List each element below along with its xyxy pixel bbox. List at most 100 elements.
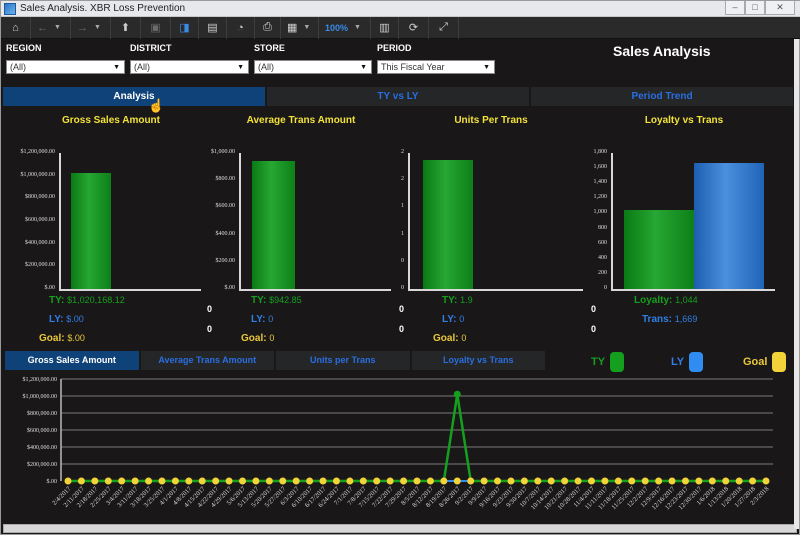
select-button[interactable]: ◨ <box>171 16 199 39</box>
close-button[interactable]: ✕ <box>765 1 795 15</box>
maximize-button[interactable]: □ <box>745 1 765 15</box>
y-tick-label: $1,000.00 <box>211 149 235 155</box>
data-point-goal[interactable] <box>373 477 381 485</box>
ly-label: LY: <box>251 314 266 325</box>
home-button[interactable]: ⌂ <box>1 16 31 39</box>
data-point-goal[interactable] <box>588 477 595 485</box>
region-select[interactable]: (All) ▼ <box>6 60 125 74</box>
data-point-goal[interactable] <box>306 477 314 485</box>
trend-tab-loyalty-vs-trans[interactable]: Loyalty vs Trans <box>411 351 547 370</box>
data-point-goal[interactable] <box>279 477 287 485</box>
data-point-goal[interactable] <box>547 477 555 485</box>
avg-trans-bar-ty[interactable] <box>252 160 295 289</box>
district-select[interactable]: (All) ▼ <box>130 60 249 74</box>
data-point-goal[interactable] <box>762 477 770 485</box>
loyalty-vs-trans-bar-loyalty[interactable] <box>624 210 694 289</box>
chevron-down-icon[interactable]: ▼ <box>354 24 361 31</box>
data-point-goal[interactable] <box>722 477 730 485</box>
data-point-goal[interactable] <box>655 477 663 485</box>
data-point-goal[interactable] <box>735 477 743 485</box>
schedule-button[interactable]: ◔ <box>227 16 255 39</box>
store-select[interactable]: (All) ▼ <box>254 60 372 74</box>
chevron-down-icon[interactable]: ▼ <box>94 24 101 31</box>
print-button[interactable]: ⎙ <box>255 16 281 39</box>
back-button[interactable]: ← ▼ <box>31 16 71 39</box>
data-point-goal[interactable] <box>185 477 193 485</box>
data-point-ty[interactable] <box>453 390 461 398</box>
data-point-goal[interactable] <box>749 477 757 485</box>
y-tick-label: 0 <box>401 257 404 264</box>
data-point-goal[interactable] <box>628 477 636 485</box>
ty-value: $942.85 <box>269 295 302 305</box>
zoom-select[interactable]: 100% ▼ <box>319 16 371 39</box>
data-point-goal[interactable] <box>695 477 703 485</box>
chevron-down-icon[interactable]: ▼ <box>54 24 61 31</box>
data-point-goal[interactable] <box>453 477 461 485</box>
data-button[interactable]: ▥ <box>371 16 399 39</box>
y-tick-label: $200,000.00 <box>25 262 55 269</box>
units-per-trans-bar-ty[interactable] <box>423 159 473 289</box>
data-point-goal[interactable] <box>198 477 206 485</box>
trend-tab-gross-sales[interactable]: Gross Sales Amount <box>5 351 141 370</box>
data-point-goal[interactable] <box>520 477 528 485</box>
data-point-goal[interactable] <box>252 477 260 485</box>
data-point-goal[interactable] <box>91 477 99 485</box>
data-point-goal[interactable] <box>668 477 676 485</box>
data-point-goal[interactable] <box>574 477 582 485</box>
fullscreen-button[interactable]: ⤢ <box>429 16 459 39</box>
data-point-goal[interactable] <box>507 477 515 485</box>
copy-button[interactable]: ▣ <box>141 16 171 39</box>
forward-button[interactable]: → ▼ <box>71 16 111 39</box>
data-point-goal[interactable] <box>171 477 179 485</box>
data-point-goal[interactable] <box>346 477 354 485</box>
data-point-goal[interactable] <box>292 477 300 485</box>
vertical-scrollbar[interactable] <box>794 39 799 529</box>
data-point-goal[interactable] <box>319 477 327 485</box>
data-point-goal[interactable] <box>239 477 246 485</box>
layout-button[interactable]: ▤ <box>199 16 227 39</box>
chevron-down-icon[interactable]: ▼ <box>303 24 310 31</box>
data-point-goal[interactable] <box>413 477 421 485</box>
export-button[interactable]: ⬆ <box>111 16 141 39</box>
data-point-goal[interactable] <box>614 477 622 485</box>
dropdown-arrow-icon: ▼ <box>237 64 244 71</box>
gross-sales-bar-ty[interactable] <box>71 173 111 289</box>
data-point-goal[interactable] <box>708 477 716 485</box>
tab-period-trend[interactable]: Period Trend <box>531 87 795 106</box>
data-point-goal[interactable] <box>145 477 153 485</box>
minimize-button[interactable]: – <box>725 1 745 15</box>
data-point-goal[interactable] <box>641 477 649 485</box>
refresh-button[interactable]: ⟳ <box>399 16 429 39</box>
data-point-goal[interactable] <box>225 477 233 485</box>
period-select[interactable]: This Fiscal Year ▼ <box>377 60 495 74</box>
print-setup-button[interactable]: ▦ ▼ <box>281 16 319 39</box>
data-point-goal[interactable] <box>534 477 542 485</box>
data-point-goal[interactable] <box>131 477 139 485</box>
loyalty-vs-trans-bar-trans[interactable] <box>694 162 764 289</box>
data-point-goal[interactable] <box>440 477 448 485</box>
data-point-goal[interactable] <box>494 477 502 485</box>
data-point-goal[interactable] <box>77 477 85 485</box>
data-point-goal[interactable] <box>561 477 569 485</box>
data-point-goal[interactable] <box>332 477 340 485</box>
data-point-goal[interactable] <box>265 477 273 485</box>
trend-tab-units-per-trans[interactable]: Units per Trans <box>276 351 412 370</box>
data-point-goal[interactable] <box>601 477 609 485</box>
data-point-goal[interactable] <box>386 477 394 485</box>
tab-analysis[interactable]: Analysis <box>3 87 267 106</box>
data-point-goal[interactable] <box>426 477 434 485</box>
horizontal-scrollbar[interactable] <box>3 524 797 533</box>
data-point-goal[interactable] <box>681 477 689 485</box>
data-point-goal[interactable] <box>467 477 475 485</box>
data-point-goal[interactable] <box>400 477 408 485</box>
data-point-goal[interactable] <box>158 477 166 485</box>
data-point-goal[interactable] <box>104 477 112 485</box>
page-title: Sales Analysis <box>613 43 711 59</box>
data-point-goal[interactable] <box>480 477 488 485</box>
data-point-goal[interactable] <box>212 477 220 485</box>
trend-tab-avg-trans[interactable]: Average Trans Amount <box>140 351 276 370</box>
data-point-goal[interactable] <box>118 477 126 485</box>
tab-ty-vs-ly[interactable]: TY vs LY <box>267 87 531 106</box>
data-point-goal[interactable] <box>359 477 367 485</box>
data-point-goal[interactable] <box>64 477 72 485</box>
